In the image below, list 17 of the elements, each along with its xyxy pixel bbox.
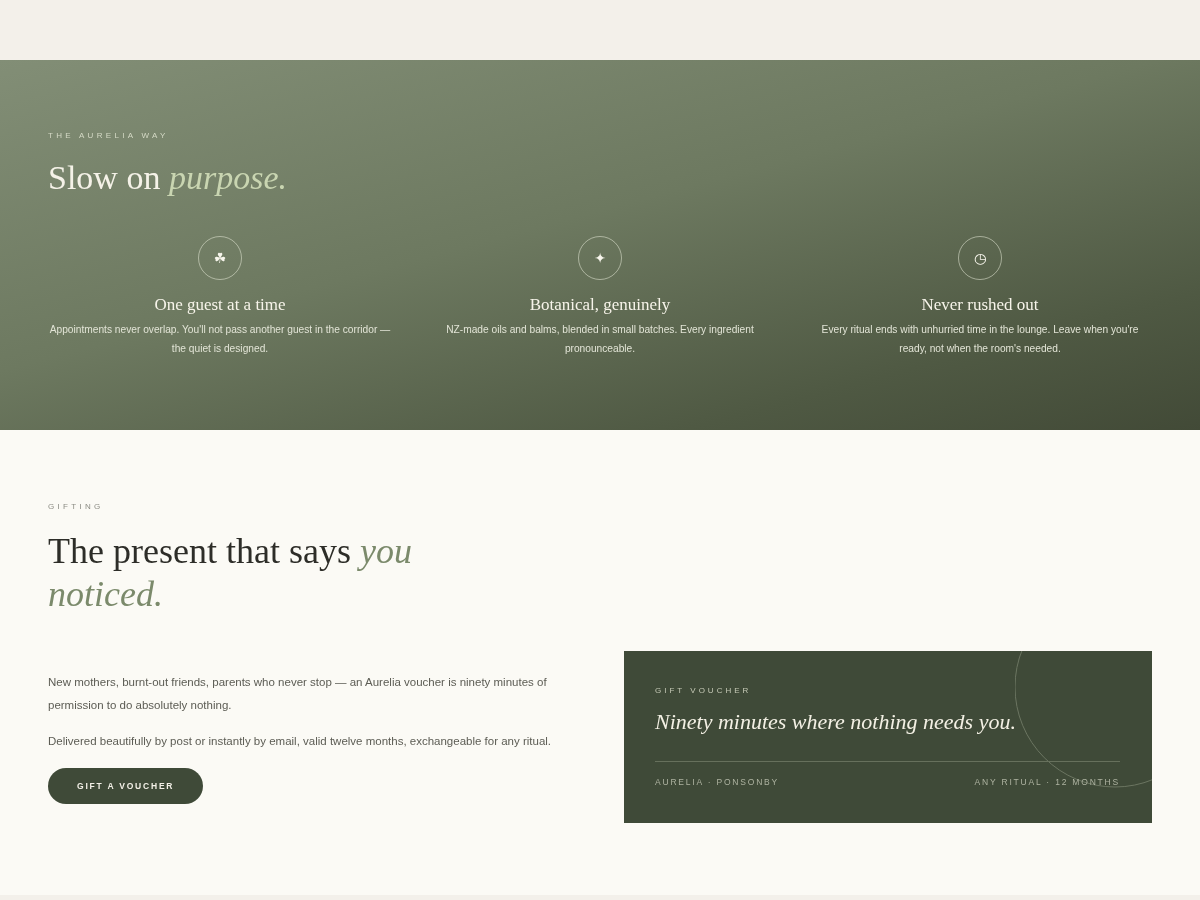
feature-description: Every ritual ends with unhurried time in the lounge. Leave when you're ready, not when the room's needed. bbox=[820, 323, 1140, 356]
feature-title: Never rushed out bbox=[921, 294, 1039, 316]
voucher-location: AURELIA · PONSONBY bbox=[655, 776, 780, 788]
voucher-quote: Ninety minutes where nothing needs you. bbox=[655, 708, 1016, 736]
feature-description: NZ-made oils and balms, blended in small batches. Every ingredient pronounceable. bbox=[445, 323, 755, 356]
section-eyebrow: THE AURELIA WAY bbox=[48, 130, 169, 142]
section-heading: Slow on purpose. bbox=[48, 158, 287, 198]
section-heading: The present that says you noticed. bbox=[48, 530, 413, 616]
feature-title: One guest at a time bbox=[154, 294, 286, 316]
voucher-terms: ANY RITUAL · 12 MONTHS bbox=[974, 776, 1120, 788]
body-paragraph: New mothers, burnt-out friends, parents who never stop — an Aurelia voucher is ninety minutes of permission to do absolutely nothing. bbox=[48, 674, 548, 713]
section-eyebrow: GIFTING bbox=[48, 501, 104, 513]
feature-description: Appointments never overlap. You'll not pass another guest in the corridor — the quiet is designed. bbox=[48, 323, 392, 356]
gift-voucher-button[interactable]: GIFT A VOUCHER bbox=[48, 767, 204, 804]
body-paragraph: Delivered beautifully by post or instantly by email, valid twelve months, exchangeable for any ritual. bbox=[48, 733, 552, 749]
card-eyebrow: GIFT VOUCHER bbox=[655, 685, 752, 697]
feature-title: Botanical, genuinely bbox=[529, 294, 671, 316]
